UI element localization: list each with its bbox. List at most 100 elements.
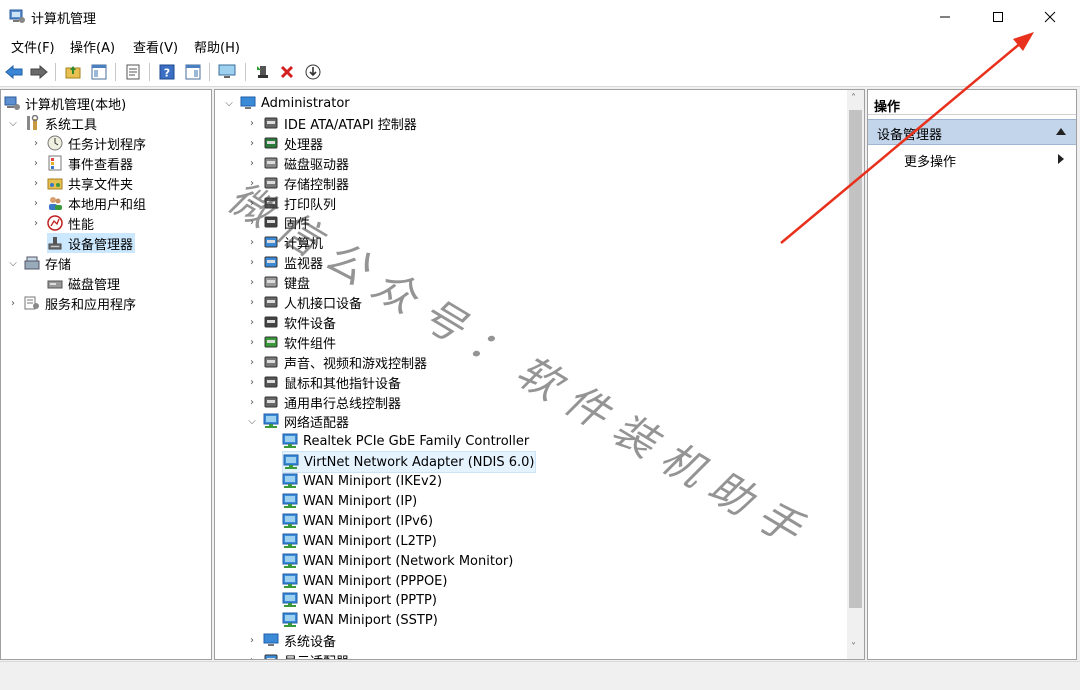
chevron-right-icon[interactable]: › bbox=[245, 633, 259, 647]
show-hide-tree-button[interactable] bbox=[89, 62, 109, 82]
red-x-icon bbox=[280, 65, 294, 79]
menu-view[interactable]: 查看(V) bbox=[133, 37, 178, 56]
network-adapter-item[interactable]: VirtNet Network Adapter (NDIS 6.0) bbox=[282, 451, 536, 473]
menu-file[interactable]: 文件(F) bbox=[11, 37, 55, 56]
device-category[interactable]: › 软件设备 bbox=[245, 312, 336, 332]
device-tree-label: 声音、视频和游戏控制器 bbox=[284, 356, 428, 372]
properties-icon bbox=[126, 64, 140, 80]
tree-item-storage[interactable]: ⌵ 存储 bbox=[6, 253, 71, 273]
tree-item-services[interactable]: › 服务和应用程序 bbox=[6, 293, 136, 313]
device-category-network[interactable]: ⌵ 网络适配器 bbox=[245, 411, 349, 431]
back-button[interactable] bbox=[4, 62, 24, 82]
disable-device-button[interactable] bbox=[303, 62, 323, 82]
device-category[interactable]: › 显示适配器 bbox=[245, 650, 349, 660]
computer-button[interactable] bbox=[217, 62, 237, 82]
vertical-scrollbar[interactable]: ˄ ˅ bbox=[847, 90, 864, 659]
tree-label: 任务计划程序 bbox=[68, 137, 147, 153]
device-tree-label: 键盘 bbox=[284, 276, 311, 292]
computer-icon bbox=[240, 96, 256, 109]
chevron-right-icon[interactable]: › bbox=[245, 255, 259, 269]
chevron-right-icon[interactable]: › bbox=[245, 335, 259, 349]
chevron-right-icon[interactable]: › bbox=[29, 216, 43, 230]
chevron-down-icon[interactable]: ⌵ bbox=[6, 116, 20, 130]
network-adapter-item[interactable]: WAN Miniport (SSTP) bbox=[282, 610, 438, 630]
network-adapter-item[interactable]: Realtek PCIe GbE Family Controller bbox=[282, 431, 529, 451]
network-adapter-item[interactable]: WAN Miniport (Network Monitor) bbox=[282, 551, 513, 571]
chevron-right-icon[interactable]: › bbox=[6, 296, 20, 310]
collapse-triangle-icon[interactable] bbox=[1056, 128, 1066, 135]
device-category[interactable]: › 声音、视频和游戏控制器 bbox=[245, 352, 427, 372]
tree-label: 计算机管理(本地) bbox=[25, 97, 127, 113]
tree-item-performance[interactable]: › 性能 bbox=[29, 213, 94, 233]
device-category[interactable]: › 鼠标和其他指针设备 bbox=[245, 372, 401, 392]
tree-item-root[interactable]: 计算机管理(本地) bbox=[4, 93, 126, 113]
device-category[interactable]: › 软件组件 bbox=[245, 332, 336, 352]
update-driver-button[interactable] bbox=[253, 62, 273, 82]
menu-action[interactable]: 操作(A) bbox=[70, 37, 115, 56]
tree-label: 本地用户和组 bbox=[68, 197, 147, 213]
chevron-right-icon[interactable]: › bbox=[245, 275, 259, 289]
menu-help[interactable]: 帮助(H) bbox=[194, 37, 240, 56]
tree-item-event-viewer[interactable]: › 事件查看器 bbox=[29, 153, 133, 173]
actions-section-device-manager[interactable]: 设备管理器 bbox=[868, 119, 1076, 145]
device-category[interactable]: › IDE ATA/ATAPI 控制器 bbox=[245, 113, 417, 133]
chevron-right-icon[interactable]: › bbox=[245, 315, 259, 329]
chevron-right-icon[interactable]: › bbox=[29, 196, 43, 210]
chevron-right-icon[interactable]: › bbox=[245, 116, 259, 130]
device-tree-root[interactable]: ⌵ Administrator bbox=[222, 93, 349, 113]
scroll-up-icon[interactable]: ˄ bbox=[851, 93, 856, 104]
tree-item-device-manager[interactable]: 设备管理器 bbox=[47, 233, 136, 253]
device-category[interactable]: › 人机接口设备 bbox=[245, 292, 362, 312]
tree-item-disk-management[interactable]: 磁盘管理 bbox=[47, 273, 120, 293]
up-level-button[interactable] bbox=[63, 62, 83, 82]
network-adapter-item[interactable]: WAN Miniport (PPTP) bbox=[282, 590, 437, 610]
device-category[interactable]: › 系统设备 bbox=[245, 630, 336, 650]
minimize-button[interactable] bbox=[922, 0, 968, 33]
chevron-right-icon[interactable]: › bbox=[245, 375, 259, 389]
device-category[interactable]: › 键盘 bbox=[245, 272, 310, 292]
device-category[interactable]: › 通用串行总线控制器 bbox=[245, 392, 401, 412]
status-bar bbox=[0, 661, 1080, 690]
toolbar-separator bbox=[115, 63, 116, 81]
action-pane-button[interactable] bbox=[183, 62, 203, 82]
actions-pane: 操作 设备管理器 更多操作 bbox=[867, 89, 1077, 660]
network-adapter-item[interactable]: WAN Miniport (IPv6) bbox=[282, 511, 433, 531]
network-adapter-item[interactable]: WAN Miniport (IKEv2) bbox=[282, 471, 442, 491]
tree-item-local-users[interactable]: › 本地用户和组 bbox=[29, 193, 146, 213]
menu-bar: 文件(F) 操作(A) 查看(V) 帮助(H) bbox=[0, 33, 1080, 57]
scroll-down-icon[interactable]: ˅ bbox=[851, 642, 856, 653]
device-category[interactable]: › 处理器 bbox=[245, 133, 323, 153]
network-adapter-item[interactable]: WAN Miniport (IP) bbox=[282, 491, 417, 511]
uninstall-button[interactable] bbox=[277, 62, 297, 82]
chevron-right-icon[interactable]: › bbox=[245, 136, 259, 150]
tree-item-task-scheduler[interactable]: › 任务计划程序 bbox=[29, 133, 146, 153]
chevron-right-icon[interactable]: › bbox=[245, 355, 259, 369]
maximize-icon bbox=[993, 11, 1003, 22]
minimize-icon bbox=[940, 16, 950, 17]
maximize-button[interactable] bbox=[975, 0, 1021, 33]
chevron-right-icon[interactable]: › bbox=[29, 176, 43, 190]
help-button[interactable]: ? bbox=[157, 62, 177, 82]
action-pane-icon bbox=[185, 64, 201, 80]
actions-more[interactable]: 更多操作 bbox=[868, 148, 1076, 170]
device-category[interactable]: › 磁盘驱动器 bbox=[245, 153, 349, 173]
device-tree-label: WAN Miniport (PPPOE) bbox=[303, 573, 448, 589]
chevron-down-icon[interactable]: ⌵ bbox=[6, 256, 20, 270]
scrollbar-thumb[interactable] bbox=[849, 110, 862, 608]
chevron-right-icon[interactable]: › bbox=[29, 136, 43, 150]
chevron-right-icon[interactable]: › bbox=[245, 295, 259, 309]
close-button[interactable] bbox=[1027, 0, 1073, 33]
window-title: 计算机管理 bbox=[31, 12, 97, 27]
tree-item-shared-folders[interactable]: › 共享文件夹 bbox=[29, 173, 133, 193]
chevron-right-icon[interactable]: › bbox=[245, 395, 259, 409]
network-adapter-item[interactable]: WAN Miniport (PPPOE) bbox=[282, 571, 447, 591]
properties-button[interactable] bbox=[123, 62, 143, 82]
tree-item-system-tools[interactable]: ⌵ 系统工具 bbox=[6, 113, 97, 133]
chevron-right-icon[interactable]: › bbox=[245, 653, 259, 660]
svg-text:?: ? bbox=[164, 67, 170, 80]
network-adapter-item[interactable]: WAN Miniport (L2TP) bbox=[282, 531, 437, 551]
chevron-down-icon[interactable]: ⌵ bbox=[222, 96, 236, 110]
chevron-down-icon[interactable]: ⌵ bbox=[245, 414, 259, 428]
forward-button[interactable] bbox=[29, 62, 49, 82]
chevron-right-icon[interactable]: › bbox=[29, 156, 43, 170]
